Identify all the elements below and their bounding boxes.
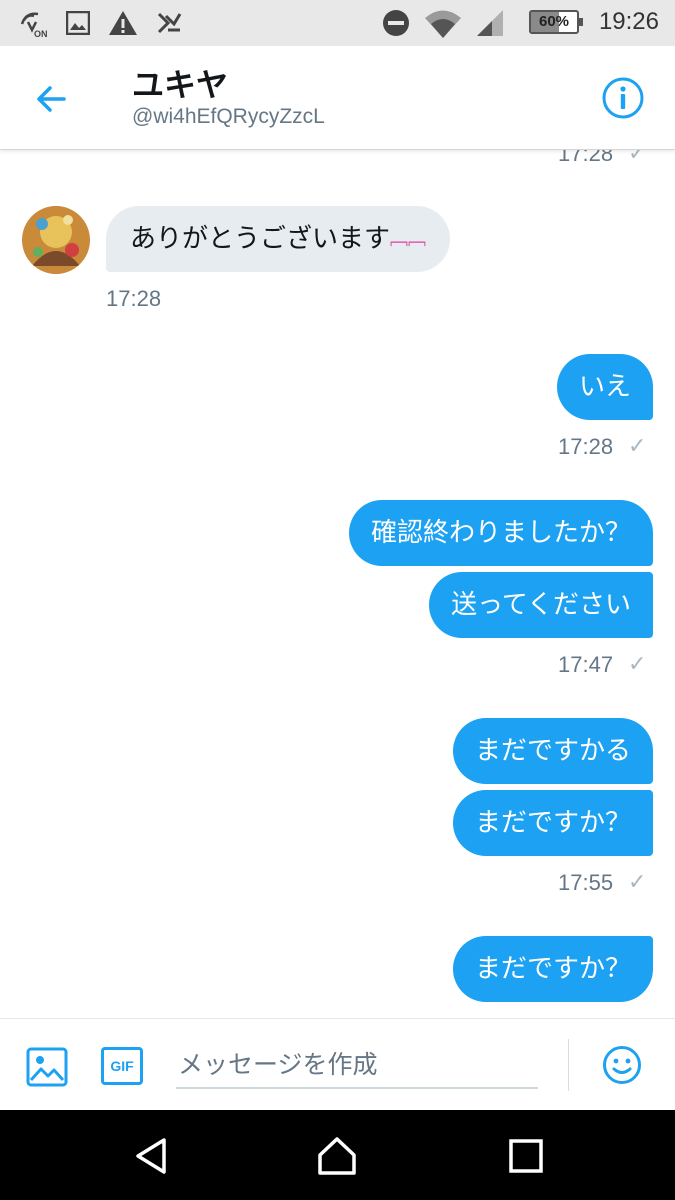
battery-icon: 60% bbox=[529, 10, 583, 34]
do-not-disturb-icon bbox=[383, 10, 409, 36]
outgoing-message-bubble[interactable]: まだですか？ bbox=[452, 936, 653, 1002]
wifi-icon bbox=[425, 10, 461, 38]
outgoing-message-bubble[interactable]: いえ bbox=[556, 354, 653, 420]
compose-bar: GIF bbox=[0, 1018, 675, 1110]
back-arrow-icon[interactable] bbox=[30, 76, 76, 122]
back-nav-icon[interactable] bbox=[130, 1134, 174, 1178]
outgoing-message-bubble[interactable]: 確認終わりましたか？ bbox=[348, 500, 653, 566]
contact-name[interactable]: ユキヤ bbox=[132, 60, 228, 106]
message-timestamp: 17:28 bbox=[106, 286, 162, 311]
nfc-on-icon: ON bbox=[20, 12, 48, 38]
compose-divider bbox=[568, 1039, 569, 1091]
avatar-image bbox=[22, 206, 90, 274]
contact-handle[interactable]: @wi4hEfQRycyZzcL bbox=[132, 105, 325, 129]
outgoing-message-bubble[interactable]: まだですか？ bbox=[452, 790, 653, 856]
home-nav-icon[interactable] bbox=[315, 1134, 359, 1178]
outgoing-message-bubble[interactable]: まだですかる bbox=[452, 718, 653, 784]
battery-percent: 60% bbox=[538, 13, 570, 30]
read-check-icon: ✓ bbox=[628, 150, 647, 166]
gif-button[interactable]: GIF bbox=[101, 1047, 143, 1085]
smiling-emoji-icon: ﹇﹇ bbox=[390, 228, 427, 250]
warning-icon bbox=[109, 11, 137, 35]
message-timestamp: 17:47 bbox=[558, 652, 614, 677]
message-timestamp: 17:55 bbox=[558, 870, 614, 895]
status-time: 19:26 bbox=[598, 8, 659, 35]
signal-icon bbox=[477, 10, 503, 36]
emoji-icon[interactable] bbox=[602, 1045, 642, 1085]
read-check-icon: ✓ bbox=[628, 652, 647, 677]
incoming-message-bubble[interactable]: ありがとうございます﹇﹇ bbox=[106, 206, 451, 272]
avatar[interactable] bbox=[22, 206, 90, 274]
message-list[interactable]: 17:28 ✓ ありがとうございます﹇﹇ 17:28 いえ 17:28 ✓ 確認… bbox=[0, 150, 675, 1018]
outgoing-message-bubble[interactable]: 送ってください bbox=[429, 572, 653, 638]
conversation-header: ユキヤ @wi4hEfQRycyZzcL bbox=[0, 46, 675, 150]
image-notification-icon bbox=[66, 11, 90, 35]
svg-text:ON: ON bbox=[34, 29, 48, 38]
info-icon[interactable] bbox=[601, 76, 645, 120]
read-check-icon: ✓ bbox=[628, 434, 647, 459]
status-bar: ON 60% 19:26 bbox=[0, 0, 675, 46]
system-nav-bar bbox=[0, 1110, 675, 1200]
read-check-icon: ✓ bbox=[628, 870, 647, 895]
message-timestamp: 17:28 bbox=[558, 434, 614, 459]
message-input[interactable] bbox=[176, 1041, 538, 1089]
app-notification-icon bbox=[157, 12, 182, 34]
image-icon[interactable] bbox=[26, 1047, 68, 1087]
message-text: ありがとうございます bbox=[130, 224, 391, 254]
message-timestamp: 17:28 bbox=[558, 150, 614, 166]
recents-nav-icon[interactable] bbox=[504, 1134, 548, 1178]
